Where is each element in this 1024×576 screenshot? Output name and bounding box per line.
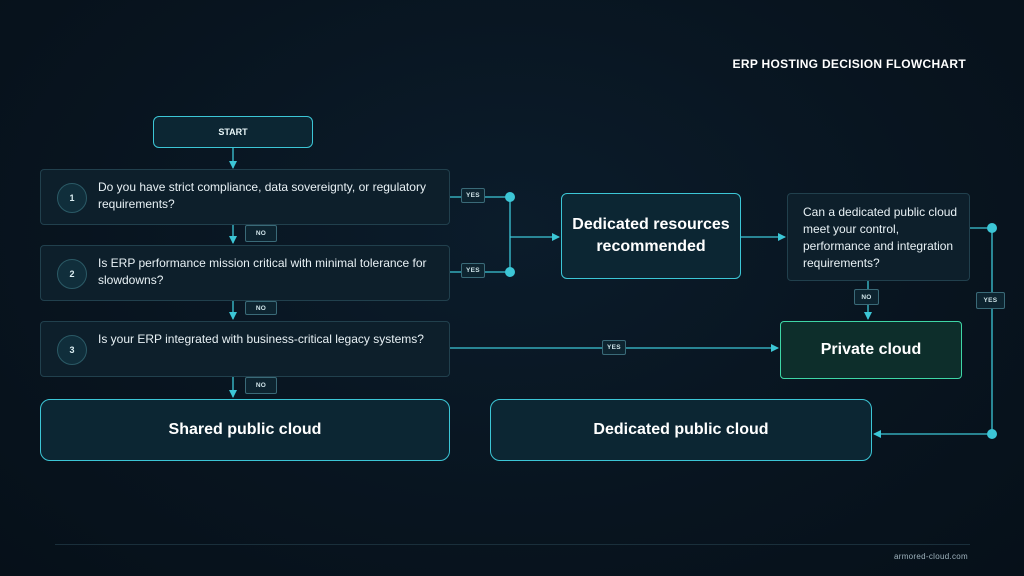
question-text: Is ERP performance mission critical with…: [98, 256, 427, 287]
question-text: Is your ERP integrated with business-cri…: [98, 332, 424, 346]
junction-dot: [987, 223, 997, 233]
junction-dot: [505, 267, 515, 277]
question-text: Can a dedicated public cloud meet your c…: [803, 205, 958, 270]
no-tag: NO: [245, 377, 277, 394]
dedicated-public-cloud-node: Dedicated public cloud: [490, 399, 872, 461]
junction-dot: [987, 429, 997, 439]
question-3: 3 Is your ERP integrated with business-c…: [40, 321, 450, 377]
yes-tag: YES: [461, 263, 485, 278]
shared-public-cloud-node: Shared public cloud: [40, 399, 450, 461]
dedicated-resources-node: Dedicated resources recommended: [561, 193, 741, 279]
question-number: 2: [57, 259, 87, 289]
footer-url: armored-cloud.com: [893, 552, 968, 561]
no-tag: NO: [245, 301, 277, 315]
yes-tag: YES: [461, 188, 485, 203]
yes-tag: YES: [976, 292, 1005, 309]
private-cloud-node: Private cloud: [780, 321, 962, 379]
question-text: Do you have strict compliance, data sove…: [98, 180, 426, 211]
footer-divider: [55, 544, 970, 545]
no-tag: NO: [854, 289, 879, 305]
question-dedicated-public: Can a dedicated public cloud meet your c…: [787, 193, 970, 281]
question-1: 1 Do you have strict compliance, data so…: [40, 169, 450, 225]
no-tag: NO: [245, 225, 277, 242]
question-number: 3: [57, 335, 87, 365]
junction-dot: [505, 192, 515, 202]
question-number: 1: [57, 183, 87, 213]
question-2: 2 Is ERP performance mission critical wi…: [40, 245, 450, 301]
yes-tag: YES: [602, 340, 626, 355]
start-node: START: [153, 116, 313, 148]
